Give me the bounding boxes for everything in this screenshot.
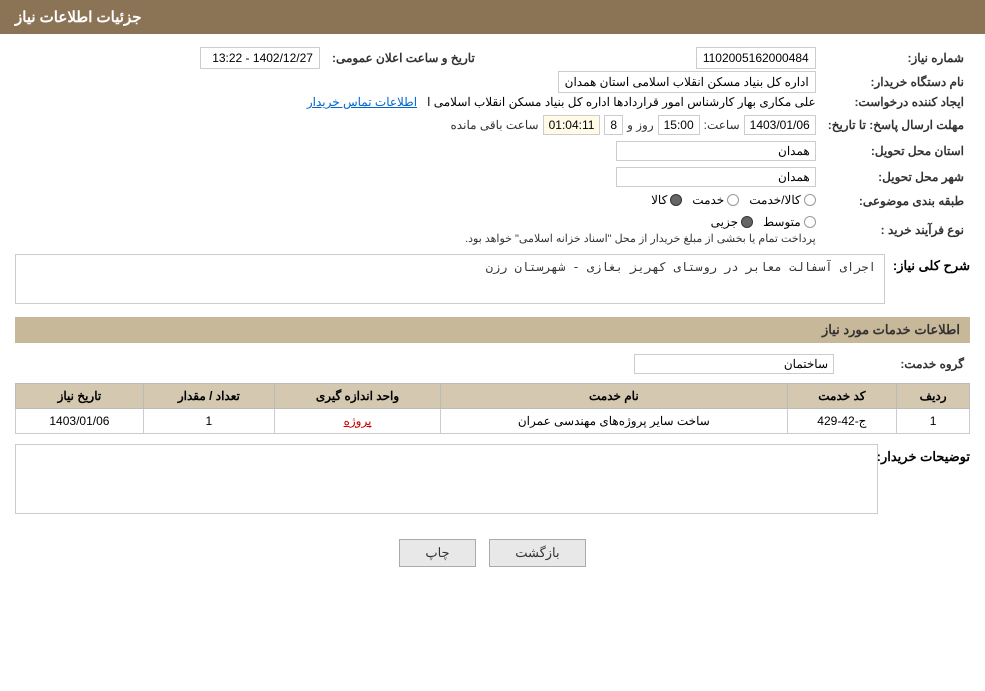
radio-circle-kala-khadamat (804, 194, 816, 206)
radio-label-motavasset: متوسط (763, 215, 801, 229)
radio-kala-khadamat[interactable]: کالا/خدمت (749, 193, 815, 207)
print-button[interactable]: چاپ (399, 539, 475, 567)
day-label: روز و (627, 118, 654, 132)
deadline-row-flex: 1403/01/06 ساعت: 15:00 روز و 8 01:04:11 … (21, 115, 816, 135)
purchase-type-cell: متوسط جزیی پرداخت تمام یا بخشی از مبلغ خ… (15, 212, 822, 248)
radio-circle-khadamat (727, 194, 739, 206)
table-row: 1 ج-42-429 ساخت سایر پروژه‌های مهندسی عم… (16, 409, 970, 434)
buyer-notes-textarea[interactable] (15, 444, 878, 514)
need-number-cell: 1102005162000484 (511, 44, 822, 72)
unit-link[interactable]: پروژه (344, 414, 372, 428)
cell-service-code: ج-42-429 (787, 409, 897, 434)
buyer-org-value: اداره کل بنیاد مسکن انقلاب اسلامی استان … (558, 71, 816, 93)
province-value: همدان (616, 141, 816, 161)
col-quantity: تعداد / مقدار (143, 384, 274, 409)
radio-jozii[interactable]: جزیی (711, 215, 753, 229)
description-section: شرح کلی نیاز: (15, 254, 970, 307)
services-section-title: اطلاعات خدمات مورد نیاز (15, 317, 970, 343)
buyer-notes-section: توضیحات خریدار: (15, 444, 970, 514)
cell-unit: پروژه (274, 409, 440, 434)
col-row-num: ردیف (897, 384, 970, 409)
buyer-notes-label: توضیحات خریدار: (886, 444, 970, 465)
cell-quantity: 1 (143, 409, 274, 434)
cell-service-name: ساخت سایر پروژه‌های مهندسی عمران (441, 409, 787, 434)
cell-date: 1403/01/06 (16, 409, 144, 434)
buyer-org-label: نام دستگاه خریدار: (822, 72, 970, 92)
category-cell: کالا/خدمت خدمت کالا (15, 190, 822, 212)
creator-cell: علی مکاری بهار کارشناس امور قراردادها اد… (15, 92, 822, 112)
page-title: جزئیات اطلاعات نیاز (15, 9, 142, 26)
radio-motavasset[interactable]: متوسط (763, 215, 816, 229)
city-value: همدان (616, 167, 816, 187)
deadline-cell: 1403/01/06 ساعت: 15:00 روز و 8 01:04:11 … (15, 112, 822, 138)
services-table-body: 1 ج-42-429 ساخت سایر پروژه‌های مهندسی عم… (16, 409, 970, 434)
radio-khadamat[interactable]: خدمت (692, 193, 739, 207)
need-number-value: 1102005162000484 (696, 47, 816, 69)
col-service-code: کد خدمت (787, 384, 897, 409)
purchase-type-label: نوع فرآیند خرید : (822, 212, 970, 248)
announce-date-label: تاریخ و ساعت اعلان عمومی: (326, 44, 481, 72)
category-row: طبقه بندی موضوعی: کالا/خدمت خدمت (15, 190, 970, 212)
time-label: ساعت: (704, 118, 740, 132)
radio-label-kala: کالا (651, 193, 667, 207)
page-wrapper: جزئیات اطلاعات نیاز شماره نیاز: 11020051… (0, 0, 985, 691)
page-header: جزئیات اطلاعات نیاز (0, 0, 985, 34)
category-radio-group: کالا/خدمت خدمت کالا (651, 193, 816, 207)
city-cell: همدان (15, 164, 822, 190)
purchase-note: پرداخت تمام یا بخشی از مبلغ خریدار از مح… (465, 233, 816, 245)
service-group-row: گروه خدمت: ساختمان (15, 351, 970, 377)
province-label: استان محل تحویل: (822, 138, 970, 164)
creator-value: علی مکاری بهار کارشناس امور قراردادها اد… (427, 95, 816, 109)
radio-circle-jozii (741, 216, 753, 228)
city-label: شهر محل تحویل: (822, 164, 970, 190)
creator-row: ایجاد کننده درخواست: علی مکاری بهار کارش… (15, 92, 970, 112)
radio-label-khadamat: خدمت (692, 193, 724, 207)
service-group-table: گروه خدمت: ساختمان (15, 351, 970, 377)
description-label: شرح کلی نیاز: (893, 254, 970, 274)
remaining-value: 01:04:11 (543, 115, 601, 135)
services-header-row: ردیف کد خدمت نام خدمت واحد اندازه گیری ت… (16, 384, 970, 409)
days-value: 8 (604, 115, 623, 135)
creator-label: ایجاد کننده درخواست: (822, 92, 970, 112)
radio-label-kala-khadamat: کالا/خدمت (749, 193, 800, 207)
category-label: طبقه بندی موضوعی: (822, 190, 970, 212)
col-date: تاریخ نیاز (16, 384, 144, 409)
time-value: 15:00 (658, 115, 700, 135)
col-unit: واحد اندازه گیری (274, 384, 440, 409)
main-content: شماره نیاز: 1102005162000484 تاریخ و ساع… (0, 34, 985, 597)
buttons-row: بازگشت چاپ (15, 524, 970, 587)
cell-row-num: 1 (897, 409, 970, 434)
col-service-name: نام خدمت (441, 384, 787, 409)
need-number-label: شماره نیاز: (822, 44, 970, 72)
services-table: ردیف کد خدمت نام خدمت واحد اندازه گیری ت… (15, 383, 970, 434)
province-cell: همدان (15, 138, 822, 164)
announce-date-value: 1402/12/27 - 13:22 (200, 47, 320, 69)
deadline-row: مهلت ارسال پاسخ: تا تاریخ: 1403/01/06 سا… (15, 112, 970, 138)
radio-circle-kala (670, 194, 682, 206)
purchase-type-radio-group: متوسط جزیی (711, 215, 816, 229)
radio-label-jozii: جزیی (711, 215, 738, 229)
description-container (15, 254, 885, 307)
service-group-value: ساختمان (634, 354, 834, 374)
service-group-label: گروه خدمت: (840, 351, 970, 377)
description-textarea[interactable] (15, 254, 885, 304)
deadline-label: مهلت ارسال پاسخ: تا تاریخ: (822, 112, 970, 138)
services-table-head: ردیف کد خدمت نام خدمت واحد اندازه گیری ت… (16, 384, 970, 409)
creator-link[interactable]: اطلاعات تماس خریدار (307, 95, 417, 109)
service-group-cell: ساختمان (15, 351, 840, 377)
buyer-org-row: نام دستگاه خریدار: اداره کل بنیاد مسکن ا… (15, 72, 970, 92)
province-row: استان محل تحویل: همدان (15, 138, 970, 164)
remaining-label: ساعت باقی مانده (451, 118, 539, 132)
date-value: 1403/01/06 (744, 115, 816, 135)
radio-kala[interactable]: کالا (651, 193, 682, 207)
back-button[interactable]: بازگشت (489, 539, 585, 567)
radio-circle-motavasset (804, 216, 816, 228)
buyer-org-cell: اداره کل بنیاد مسکن انقلاب اسلامی استان … (15, 72, 822, 92)
main-info-table: شماره نیاز: 1102005162000484 تاریخ و ساع… (15, 44, 970, 248)
need-number-row: شماره نیاز: 1102005162000484 تاریخ و ساع… (15, 44, 970, 72)
city-row: شهر محل تحویل: همدان (15, 164, 970, 190)
announce-date-cell: 1402/12/27 - 13:22 (15, 44, 326, 72)
purchase-type-row: نوع فرآیند خرید : متوسط جزیی پرداخت تم (15, 212, 970, 248)
